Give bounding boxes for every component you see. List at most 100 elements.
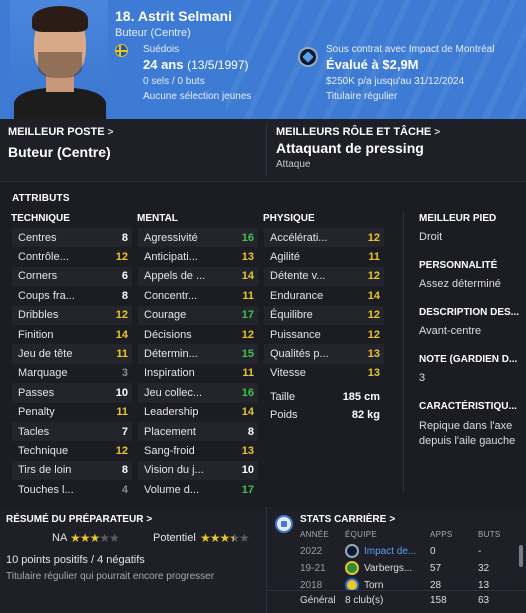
technical-heading: TECHNIQUE — [11, 213, 70, 224]
attribute-value: 11 — [116, 406, 128, 419]
attribute-row[interactable]: Technique 12 — [12, 441, 132, 460]
attribute-row[interactable]: Jeu collec... 16 — [138, 383, 258, 403]
attribute-name: Endurance — [270, 289, 324, 302]
description-value: Avant-centre — [419, 325, 482, 337]
personality-label: PERSONNALITÉ — [419, 260, 498, 271]
attribute-row[interactable]: Volume d... 17 — [138, 480, 258, 499]
attribute-row[interactable]: Corners 6 — [12, 266, 132, 287]
player-value: Évalué à $2,9M — [326, 57, 419, 72]
attribute-row[interactable]: Touches l... 4 — [12, 480, 132, 499]
attribute-row[interactable]: Centres 8 — [12, 228, 132, 248]
attribute-value: 7 — [121, 425, 128, 438]
attribute-row[interactable]: Tacles 7 — [12, 422, 132, 442]
attribute-value: 12 — [367, 309, 380, 322]
attribute-row[interactable]: Dribbles 12 — [12, 305, 132, 325]
potential-label: Potentiel — [153, 532, 196, 544]
attribute-name: Placement — [144, 425, 196, 438]
height-value: 185 cm — [342, 391, 380, 403]
attribute-row[interactable]: Agressivité 16 — [138, 228, 258, 248]
attribute-row[interactable]: Détente v... 12 — [264, 266, 384, 287]
weight-label: Poids — [270, 409, 298, 421]
attribute-row[interactable]: Équilibre 12 — [264, 305, 384, 325]
attribute-value: 16 — [241, 231, 254, 244]
attribute-name: Centres — [18, 231, 57, 244]
attribute-row[interactable]: Endurance 14 — [264, 286, 384, 305]
contract-info: Sous contrat avec Impact de Montréal — [326, 44, 495, 55]
attribute-row[interactable]: Leadership 14 — [138, 403, 258, 422]
best-position-label: MEILLEUR POSTE — [8, 126, 105, 138]
attribute-value: 12 — [115, 251, 128, 264]
weight-value: 82 kg — [351, 409, 380, 421]
attribute-row[interactable]: Placement 8 — [138, 422, 258, 442]
attribute-row[interactable]: Concentr... 11 — [138, 286, 258, 305]
attribute-row[interactable]: Accélérati... 12 — [264, 228, 384, 248]
attribute-name: Tirs de loin — [18, 464, 72, 477]
attribute-value: 8 — [247, 425, 254, 438]
attribute-row[interactable]: Jeu de tête 11 — [12, 344, 132, 364]
personality-value: Assez déterminé — [419, 278, 501, 290]
attribute-row[interactable]: Finition 14 — [12, 325, 132, 344]
scrollbar[interactable] — [519, 545, 523, 567]
attribute-row[interactable]: Puissance 12 — [264, 325, 384, 344]
attribute-row[interactable]: Contrôle... 12 — [12, 247, 132, 266]
attribute-name: Marquage — [18, 367, 68, 380]
career-year: 2022 — [300, 546, 323, 557]
attribute-row[interactable]: Appels de ... 14 — [138, 266, 258, 287]
career-stats-panel: STATS CARRIÈRE > ANNÉE ÉQUIPE APPS BUTS 2… — [267, 507, 526, 613]
attribute-row[interactable]: Agilité 11 — [264, 247, 384, 266]
attribute-row[interactable]: Passes 10 — [12, 383, 132, 403]
career-year: 19-21 — [300, 563, 326, 574]
attribute-name: Leadership — [144, 406, 199, 419]
attribute-name: Jeu de tête — [18, 348, 73, 361]
total-apps: 158 — [430, 595, 447, 606]
attribute-name: Détermin... — [144, 348, 198, 361]
attribute-value: 3 — [121, 367, 128, 380]
gk-rating-label: NOTE (GARDIEN D... — [419, 354, 518, 365]
attribute-value: 17 — [241, 309, 254, 322]
attribute-row[interactable]: Marquage 3 — [12, 364, 132, 383]
attribute-name: Touches l... — [18, 483, 74, 496]
attribute-name: Coups fra... — [18, 289, 75, 302]
col-header-goals: BUTS — [478, 530, 501, 539]
attribute-row[interactable]: Qualités p... 13 — [264, 344, 384, 364]
attribute-value: 12 — [367, 328, 380, 341]
height-label: Taille — [270, 391, 296, 403]
attribute-name: Finition — [18, 328, 54, 341]
attribute-name: Vitesse — [270, 367, 306, 380]
attribute-row[interactable]: Vitesse 13 — [264, 364, 384, 383]
attribute-row[interactable]: Vision du j... 10 — [138, 460, 258, 481]
attribute-value: 10 — [115, 386, 128, 399]
best-role-link[interactable]: MEILLEURS RÔLE ET TÂCHE > — [276, 126, 440, 138]
attribute-value: 11 — [368, 251, 380, 264]
attribute-row[interactable]: Coups fra... 8 — [12, 286, 132, 305]
attribute-row[interactable]: Inspiration 11 — [138, 364, 258, 383]
attribute-row[interactable]: Décisions 12 — [138, 325, 258, 344]
attribute-value: 13 — [367, 348, 380, 361]
attribute-value: 16 — [241, 386, 254, 399]
career-stats-link[interactable]: STATS CARRIÈRE > — [300, 514, 395, 525]
divider — [403, 211, 404, 493]
chevron-right-icon: > — [434, 127, 441, 138]
attribute-value: 11 — [242, 289, 254, 302]
attribute-row[interactable]: Courage 17 — [138, 305, 258, 325]
attribute-row[interactable]: Penalty 11 — [12, 403, 132, 422]
career-team[interactable]: Impact de... — [364, 546, 416, 557]
career-team[interactable]: Varbergs... — [364, 563, 412, 574]
attribute-row[interactable]: Sang-froid 13 — [138, 441, 258, 460]
player-nationality: Suédois — [143, 44, 180, 55]
attribute-row[interactable]: Détermin... 15 — [138, 344, 258, 364]
attribute-value: 11 — [116, 348, 128, 361]
coach-report-link[interactable]: RÉSUMÉ DU PRÉPARATEUR > — [6, 514, 152, 525]
attribute-name: Volume d... — [144, 483, 200, 496]
club-badge-icon[interactable] — [298, 47, 318, 67]
attribute-name: Appels de ... — [144, 270, 206, 283]
attribute-row[interactable]: Tirs de loin 8 — [12, 460, 132, 481]
sweden-flag-icon — [115, 44, 128, 57]
best-position-link[interactable]: MEILLEUR POSTE > — [8, 126, 113, 138]
best-role-value: Attaquant de pressing — [276, 140, 424, 156]
attribute-name: Agressivité — [144, 231, 198, 244]
attribute-row[interactable]: Anticipati... 13 — [138, 247, 258, 266]
attribute-name: Détente v... — [270, 270, 326, 283]
total-goals: 63 — [478, 595, 490, 606]
player-name: 18. Astrit Selmani — [115, 8, 232, 24]
